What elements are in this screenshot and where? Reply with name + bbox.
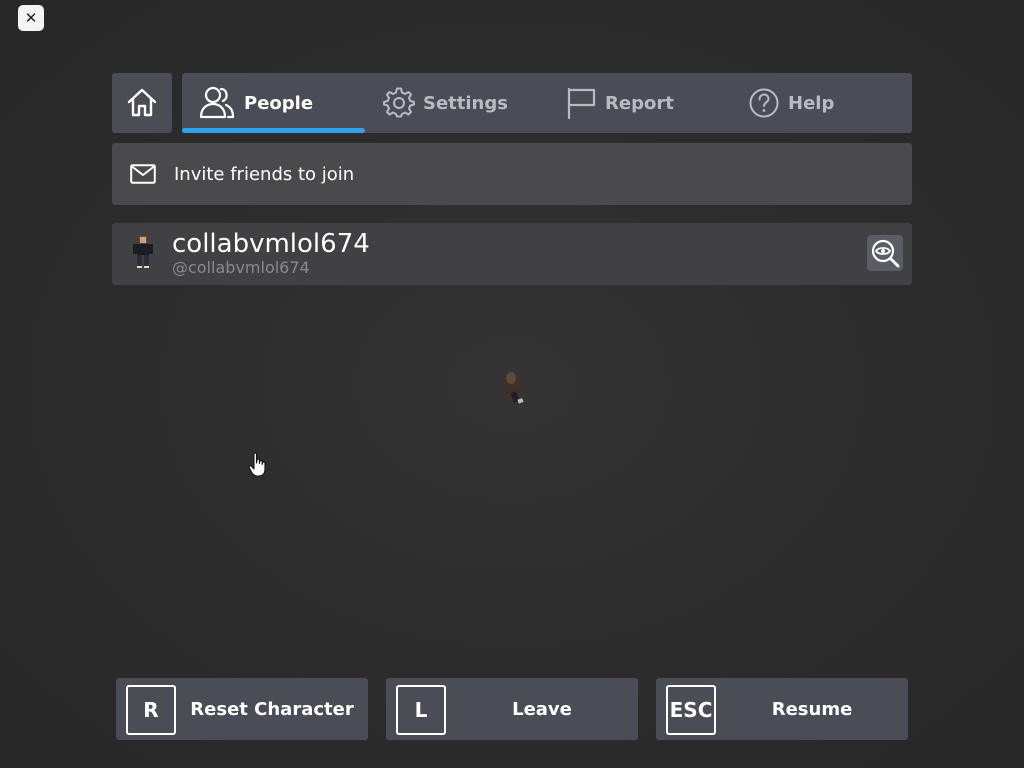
tab-report-label: Report [605, 92, 674, 114]
invite-friends-button[interactable]: Invite friends to join [112, 143, 912, 205]
leave-hotkey-badge: L [396, 685, 446, 735]
resume-button[interactable]: ESC Resume [656, 678, 908, 740]
avatar [133, 236, 153, 268]
tab-list: People Settings Report Help [182, 73, 912, 133]
resume-label: Resume [771, 698, 853, 720]
spectate-button[interactable] [867, 235, 903, 271]
hand-cursor-icon [248, 452, 266, 477]
help-icon [748, 87, 780, 119]
leave-label: Leave [512, 698, 572, 720]
gear-icon [383, 87, 415, 119]
tab-help[interactable]: Help [748, 73, 834, 133]
reset-character-button[interactable]: R Reset Character [116, 678, 368, 740]
tab-help-label: Help [788, 92, 835, 114]
tab-report[interactable]: Report [565, 73, 674, 133]
menu-tab-bar: People Settings Report Help [112, 73, 912, 133]
flag-icon [565, 86, 597, 120]
active-tab-indicator [182, 128, 365, 133]
game-viewport: ✕ People Settings Report Help Invite fri… [0, 0, 1024, 768]
close-icon: ✕ [24, 9, 38, 27]
player-character-in-world [502, 372, 524, 404]
close-menu-button[interactable]: ✕ [18, 5, 44, 31]
eye-zoom-icon [871, 239, 900, 268]
mail-icon [130, 164, 156, 184]
tab-settings[interactable]: Settings [383, 73, 508, 133]
reset-character-label: Reset Character [190, 698, 354, 720]
invite-friends-label: Invite friends to join [174, 163, 355, 185]
leave-button[interactable]: L Leave [386, 678, 638, 740]
home-icon [127, 88, 157, 117]
player-list-item[interactable]: collabvmlol674 @collabvmlol674 [112, 223, 912, 285]
tab-people-label: People [244, 92, 314, 114]
home-button[interactable] [112, 73, 172, 133]
reset-hotkey-badge: R [126, 685, 176, 735]
resume-hotkey-badge: ESC [666, 685, 716, 735]
player-display-name: collabvmlol674 [172, 229, 370, 259]
tab-people[interactable]: People [198, 73, 313, 133]
tab-settings-label: Settings [423, 92, 508, 114]
people-icon [198, 84, 236, 122]
player-username: @collabvmlol674 [172, 258, 310, 277]
